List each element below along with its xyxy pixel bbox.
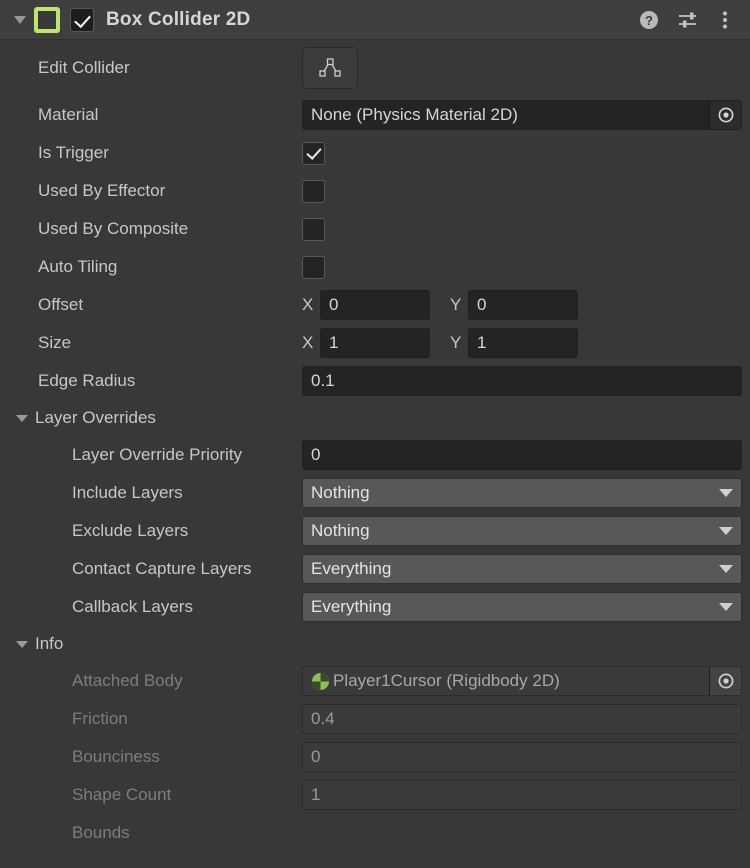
row-edge-radius: Edge Radius 0.1 — [0, 362, 750, 400]
row-size: Size X 1 Y 1 — [0, 324, 750, 362]
edge-radius-label: Edge Radius — [38, 371, 136, 390]
size-x-input[interactable]: 1 — [320, 328, 430, 358]
shape-count-label: Shape Count — [72, 785, 172, 804]
used-by-effector-checkbox[interactable] — [302, 179, 325, 203]
preset-icon[interactable] — [676, 9, 698, 31]
edge-radius-input[interactable]: 0.1 — [302, 366, 742, 396]
row-attached-body: Attached Body Player1Cursor (Rigidbody 2… — [0, 662, 750, 700]
row-used-by-effector: Used By Effector — [0, 172, 750, 210]
row-friction: Friction 0.4 — [0, 700, 750, 738]
friction-value: 0.4 — [302, 704, 742, 734]
bounciness-label: Bounciness — [72, 747, 160, 766]
row-include-layers: Include Layers Nothing — [0, 474, 750, 512]
chevron-down-icon — [719, 527, 733, 535]
used-by-effector-label: Used By Effector — [38, 181, 166, 200]
offset-y-axis-label: Y — [450, 295, 462, 314]
row-auto-tiling: Auto Tiling — [0, 248, 750, 286]
include-layers-label: Include Layers — [72, 483, 183, 502]
include-layers-dropdown[interactable]: Nothing — [302, 478, 742, 508]
contact-capture-layers-dropdown[interactable]: Everything — [302, 554, 742, 584]
row-offset: Offset X 0 Y 0 — [0, 286, 750, 324]
help-icon[interactable]: ? — [638, 9, 660, 31]
exclude-layers-value: Nothing — [311, 521, 370, 540]
callback-layers-dropdown[interactable]: Everything — [302, 592, 742, 622]
offset-label: Offset — [38, 295, 84, 314]
polygon-edit-icon — [319, 58, 341, 77]
bounds-label: Bounds — [72, 823, 130, 842]
object-picker-icon[interactable] — [709, 101, 741, 129]
material-object-field[interactable]: None (Physics Material 2D) — [302, 100, 742, 130]
size-label: Size — [38, 333, 72, 352]
shape-count-value: 1 — [302, 780, 742, 810]
offset-vector2: X 0 Y 0 — [302, 290, 578, 320]
row-shape-count: Shape Count 1 — [0, 776, 750, 814]
size-y-axis-label: Y — [450, 333, 462, 352]
is-trigger-checkbox[interactable] — [302, 141, 325, 165]
edit-collider-button[interactable] — [302, 47, 358, 89]
offset-y-input[interactable]: 0 — [468, 290, 578, 320]
component-header[interactable]: Box Collider 2D ? — [0, 0, 750, 40]
contact-capture-layers-label: Contact Capture Layers — [72, 559, 252, 578]
section-info[interactable]: Info — [0, 626, 750, 662]
edit-collider-label: Edit Collider — [38, 58, 130, 77]
attached-body-label: Attached Body — [72, 671, 183, 690]
info-label: Info — [35, 634, 64, 653]
used-by-composite-checkbox[interactable] — [302, 217, 325, 241]
layer-overrides-label: Layer Overrides — [35, 408, 156, 427]
row-contact-capture-layers: Contact Capture Layers Everything — [0, 550, 750, 588]
row-edit-collider: Edit Collider — [0, 40, 750, 96]
used-by-composite-label: Used By Composite — [38, 219, 189, 238]
auto-tiling-label: Auto Tiling — [38, 257, 118, 276]
offset-x-input[interactable]: 0 — [320, 290, 430, 320]
object-picker-icon[interactable] — [709, 667, 741, 695]
offset-x-axis-label: X — [302, 295, 314, 314]
more-menu-icon[interactable] — [714, 9, 736, 31]
row-callback-layers: Callback Layers Everything — [0, 588, 750, 626]
row-layer-override-priority: Layer Override Priority 0 — [0, 436, 750, 474]
exclude-layers-label: Exclude Layers — [72, 521, 189, 540]
contact-capture-layers-value: Everything — [311, 559, 392, 578]
row-exclude-layers: Exclude Layers Nothing — [0, 512, 750, 550]
chevron-down-icon — [719, 489, 733, 497]
callback-layers-value: Everything — [311, 597, 392, 616]
layer-override-priority-label: Layer Override Priority — [72, 445, 243, 464]
chevron-down-icon — [719, 565, 733, 573]
chevron-down-icon — [719, 603, 733, 611]
bounciness-value: 0 — [302, 742, 742, 772]
include-layers-value: Nothing — [311, 483, 370, 502]
attached-body-object-field[interactable]: Player1Cursor (Rigidbody 2D) — [302, 666, 742, 696]
row-bounds: Bounds — [0, 814, 750, 852]
auto-tiling-checkbox[interactable] — [302, 255, 325, 279]
section-layer-overrides[interactable]: Layer Overrides — [0, 400, 750, 436]
row-used-by-composite: Used By Composite — [0, 210, 750, 248]
box-collider-2d-icon — [34, 6, 60, 33]
layer-override-priority-input[interactable]: 0 — [302, 440, 742, 470]
row-is-trigger: Is Trigger — [0, 134, 750, 172]
friction-label: Friction — [72, 709, 128, 728]
row-bounciness: Bounciness 0 — [0, 738, 750, 776]
component-enabled-checkbox[interactable] — [70, 7, 94, 32]
material-value: None (Physics Material 2D) — [311, 105, 518, 124]
page-title: Box Collider 2D — [106, 8, 251, 30]
exclude-layers-dropdown[interactable]: Nothing — [302, 516, 742, 546]
box-collider-2d-inspector: Box Collider 2D ? Edit Collider Material… — [0, 0, 750, 868]
is-trigger-label: Is Trigger — [38, 143, 109, 162]
attached-body-value: Player1Cursor (Rigidbody 2D) — [333, 671, 560, 690]
size-vector2: X 1 Y 1 — [302, 328, 578, 358]
size-y-input[interactable]: 1 — [468, 328, 578, 358]
material-label: Material — [38, 105, 99, 124]
layer-overrides-foldout-icon[interactable] — [16, 414, 28, 422]
rigidbody-2d-icon — [311, 672, 330, 690]
header-actions: ? — [638, 9, 736, 31]
callback-layers-label: Callback Layers — [72, 597, 193, 616]
info-foldout-icon[interactable] — [16, 640, 28, 648]
svg-text:?: ? — [645, 13, 653, 28]
component-foldout-icon[interactable] — [14, 15, 26, 24]
row-material: Material None (Physics Material 2D) — [0, 96, 750, 134]
size-x-axis-label: X — [302, 333, 314, 352]
